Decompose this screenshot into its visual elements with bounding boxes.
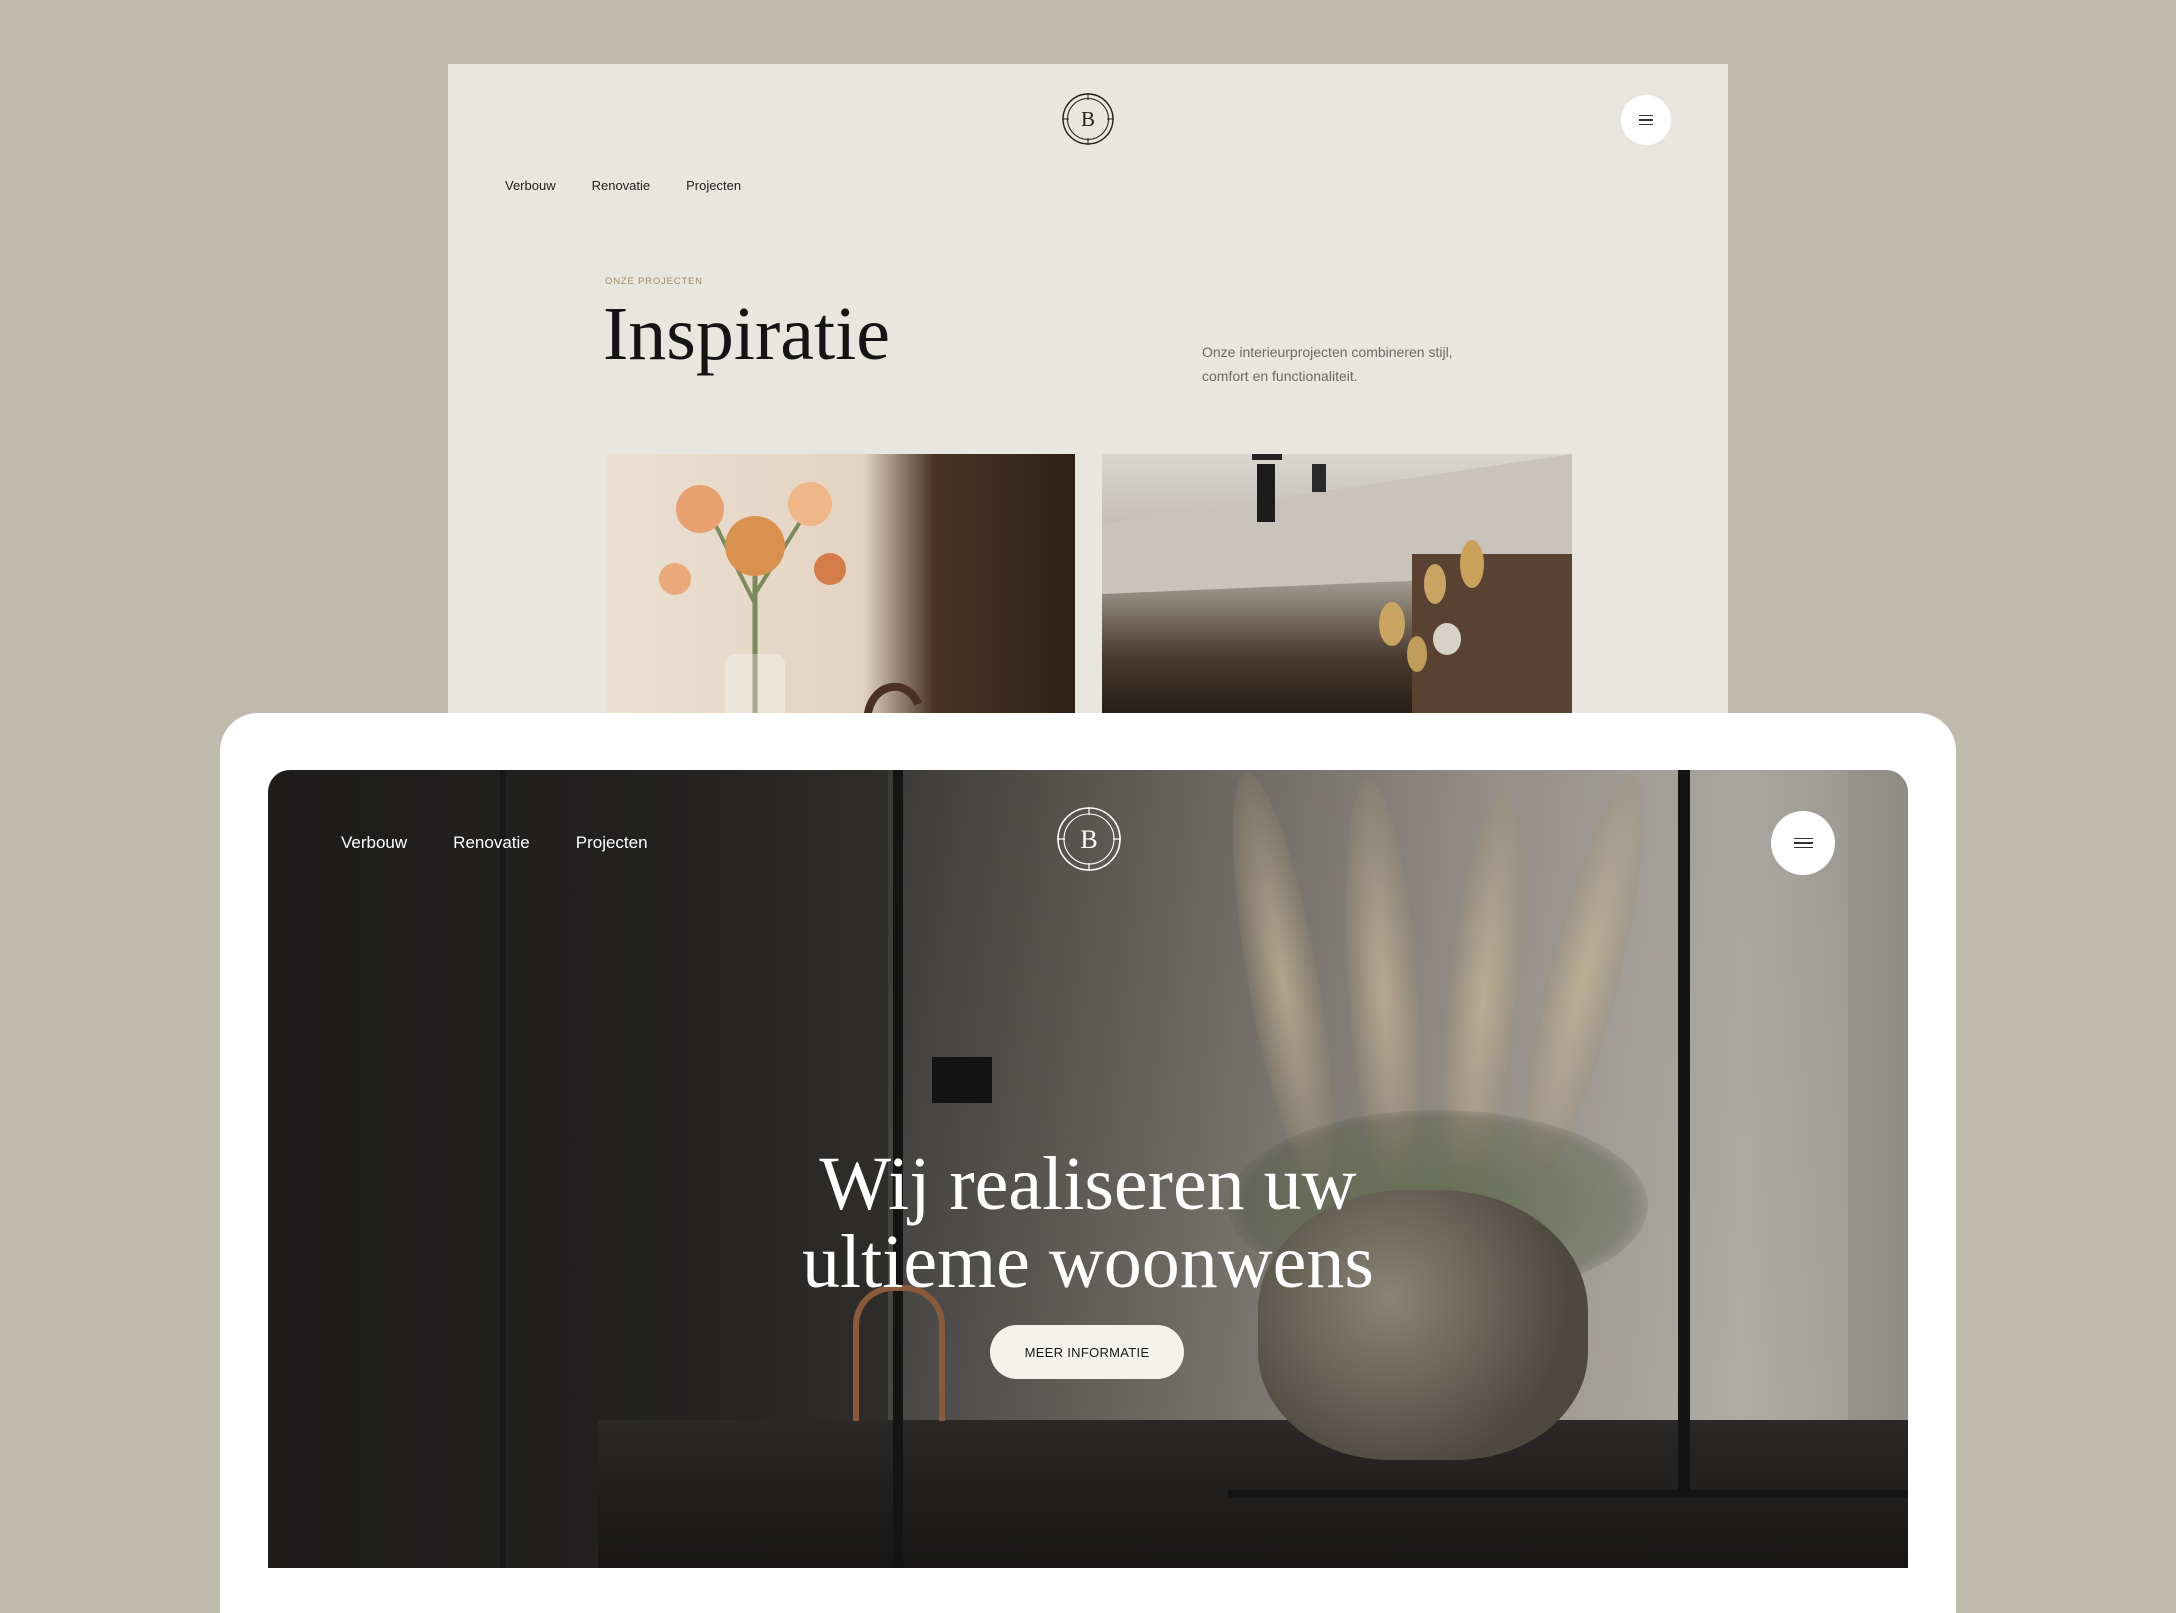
project-image xyxy=(659,482,922,724)
cabinet-edge xyxy=(500,770,506,1568)
hamburger-icon xyxy=(1793,837,1813,849)
main-nav: Verbouw Renovatie Projecten xyxy=(505,178,741,193)
inspiratie-page-preview: Verbouw Renovatie Projecten B ONZE PROJE… xyxy=(448,64,1728,724)
svg-text:B: B xyxy=(1080,825,1097,854)
nav-link-projecten[interactable]: Projecten xyxy=(576,833,648,853)
logo[interactable]: B xyxy=(1056,806,1122,872)
page-title: Inspiratie xyxy=(603,292,891,376)
menu-button[interactable] xyxy=(1771,811,1835,875)
nav-link-projecten[interactable]: Projecten xyxy=(686,178,741,193)
nav-link-verbouw[interactable]: Verbouw xyxy=(505,178,556,193)
project-card-flowers[interactable] xyxy=(605,454,1075,724)
meer-informatie-button[interactable]: MEER INFORMATIE xyxy=(990,1325,1184,1379)
project-image xyxy=(1102,454,1572,724)
logo-emblem-icon: B xyxy=(1062,93,1114,145)
hero-nav: Verbouw Renovatie Projecten xyxy=(341,833,648,853)
faucet xyxy=(853,1285,945,1421)
hero-title: Wij realiseren uw ultieme woonwens xyxy=(588,1145,1588,1301)
wall-lamp xyxy=(932,1057,992,1103)
svg-text:B: B xyxy=(1081,107,1095,131)
hero-title-line-2: ultieme woonwens xyxy=(801,1220,1374,1304)
logo[interactable]: B xyxy=(1061,92,1115,146)
hero-section: Verbouw Renovatie Projecten B Wij realis… xyxy=(268,770,1908,1568)
menu-button[interactable] xyxy=(1621,95,1671,145)
hamburger-icon xyxy=(1639,114,1653,126)
hero-title-line-1: Wij realiseren uw xyxy=(819,1142,1357,1226)
nav-link-renovatie[interactable]: Renovatie xyxy=(453,833,530,853)
nav-link-verbouw[interactable]: Verbouw xyxy=(341,833,407,853)
glass-frame-bottom xyxy=(1228,1490,1908,1498)
nav-link-renovatie[interactable]: Renovatie xyxy=(592,178,651,193)
logo-emblem-icon: B xyxy=(1057,807,1121,871)
glass-frame-right xyxy=(1678,770,1690,1490)
section-eyebrow: ONZE PROJECTEN xyxy=(605,276,703,287)
project-card-living[interactable] xyxy=(1102,454,1572,724)
page-description: Onze interieurprojecten combineren stijl… xyxy=(1202,344,1453,384)
